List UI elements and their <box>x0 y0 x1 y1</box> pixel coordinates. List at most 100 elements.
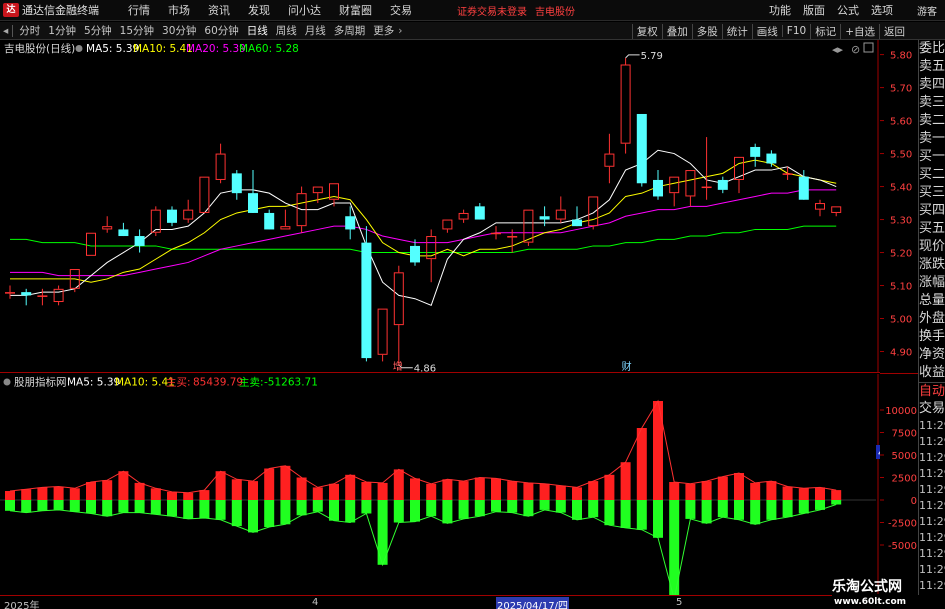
sell-bar <box>507 500 518 513</box>
tab-auto[interactable]: 自动 <box>919 382 945 400</box>
menu-discover[interactable]: 发现 <box>248 2 270 18</box>
period-5min[interactable]: 5分钟 <box>84 23 112 38</box>
candle-down <box>717 179 728 190</box>
quote-label: 买五 <box>919 221 945 236</box>
buy-bar <box>701 481 712 500</box>
add-watchlist-button[interactable]: +自选 <box>840 23 879 39</box>
more-chevron-icon[interactable]: › <box>398 25 402 37</box>
menu-formula[interactable]: 公式 <box>837 2 859 18</box>
menu-options[interactable]: 选项 <box>871 2 893 18</box>
chart-stock-title: 吉电股份(日线) <box>4 42 75 55</box>
statistics-button[interactable]: 统计 <box>721 23 752 39</box>
toolbar-left-arrow-icon[interactable]: ◂ <box>3 25 8 37</box>
event-marker-increase[interactable]: 增 <box>393 360 403 373</box>
indicator-collapse-icon[interactable] <box>3 378 11 386</box>
candle-down <box>264 212 275 230</box>
header-collapse-icon[interactable] <box>75 45 83 52</box>
indicator-bars <box>0 401 876 599</box>
quote-label-list: 委比 卖五 卖四 卖三 卖二 卖一 买一 买二 买三 买四 买五 现价 涨跌 涨幅 总量 外盘 换手 净资 收益 <box>919 40 945 382</box>
menu-layout[interactable]: 版面 <box>803 2 825 18</box>
sell-bar <box>312 500 323 512</box>
price-tick-label: 5.00 <box>890 315 912 326</box>
quote-label: 涨跌 <box>919 257 945 272</box>
period-more[interactable]: 更多 <box>373 23 394 38</box>
sell-bar <box>620 500 631 528</box>
quote-label: 买四 <box>919 203 945 218</box>
candle-up <box>831 206 842 213</box>
candle-up <box>37 295 48 297</box>
sell-bar <box>134 500 145 513</box>
back-button[interactable]: 返回 <box>879 23 909 39</box>
tab-trades[interactable]: 交易 <box>919 400 945 418</box>
buy-bar <box>588 481 599 500</box>
price-tick-label: 4.90 <box>890 348 912 359</box>
chart-nav-icon[interactable]: ◂▸ <box>832 43 844 56</box>
sell-bar <box>734 500 744 520</box>
main-buy-label: 主买: <box>166 377 191 389</box>
sell-bar <box>474 500 485 517</box>
buy-bar <box>264 468 275 500</box>
menu-quotes[interactable]: 行情 <box>128 2 150 18</box>
draw-line-button[interactable]: 画线 <box>751 23 782 39</box>
period-multi[interactable]: 多周期 <box>334 23 366 38</box>
menu-market[interactable]: 市场 <box>168 2 190 18</box>
period-monthly[interactable]: 月线 <box>305 23 326 38</box>
period-60min[interactable]: 60分钟 <box>204 23 238 38</box>
sell-bar <box>588 500 599 518</box>
candle-down <box>766 153 777 164</box>
app-title: 通达信金融终端 <box>22 4 99 17</box>
date-cursor-label: 2025/04/17/四 <box>496 597 570 609</box>
app-logo-icon: 达 <box>3 3 19 17</box>
sell-bar <box>410 500 420 522</box>
candle-up <box>215 153 226 180</box>
indicator-tick-label: 7500 <box>892 429 917 440</box>
mark-button[interactable]: 标记 <box>810 23 840 39</box>
candle-up <box>701 186 712 189</box>
tick-time: 11:29 <box>919 435 945 448</box>
chart-settings-icon[interactable]: ⊘ <box>851 43 860 56</box>
f10-button[interactable]: F10 <box>781 25 810 37</box>
indicator-tick-label: 0 <box>911 496 917 507</box>
buy-bar <box>766 481 777 500</box>
kline-chart[interactable]: 5.79 4.86 增 财 吉电股份(日线) MA5: 5.39 MA10: 5.41… <box>0 40 880 375</box>
menu-wealth-circle[interactable]: 财富圈 <box>339 2 372 18</box>
login-status[interactable]: 证券交易未登录 <box>457 3 527 18</box>
tick-time: 11:29 <box>919 531 945 544</box>
main-sell-value: -51263.71 <box>264 377 318 389</box>
menu-functions[interactable]: 功能 <box>769 2 791 18</box>
period-weekly[interactable]: 周线 <box>276 23 297 38</box>
kline-chart-panel[interactable]: 5.79 4.86 增 财 吉电股份(日线) MA5: 5.39 MA10: 5.41… <box>0 40 880 375</box>
sell-bar <box>555 500 566 513</box>
indicator-panel[interactable]: 股朋指标网 MA5: 5.39 MA10: 5.41 主买: 85439.79 … <box>0 374 920 600</box>
sell-bar <box>231 500 242 527</box>
sell-bar <box>701 500 712 524</box>
sell-bar <box>523 500 534 517</box>
period-daily[interactable]: 日线 <box>247 23 268 38</box>
indicator-name: 股朋指标网 <box>14 376 67 389</box>
low-price-label: 4.86 <box>414 364 436 373</box>
event-marker-finance[interactable]: 财 <box>622 360 632 373</box>
candle-up <box>5 292 15 294</box>
adjust-button[interactable]: 复权 <box>631 23 662 39</box>
indicator-chart[interactable]: 股朋指标网 MA5: 5.39 MA10: 5.41 主买: 85439.79 … <box>0 374 920 600</box>
quote-label: 净资 <box>919 347 945 362</box>
multi-stock-button[interactable]: 多股 <box>691 23 722 39</box>
sell-bar <box>539 500 550 510</box>
buy-bar <box>248 481 258 500</box>
buy-bar <box>734 473 744 500</box>
buy-bar <box>280 465 291 500</box>
menu-news[interactable]: 资讯 <box>208 2 230 18</box>
ma60-readout: MA60: 5.28 <box>239 43 299 55</box>
period-intraday[interactable]: 分时 <box>19 23 40 38</box>
overlay-button[interactable]: 叠加 <box>661 23 692 39</box>
period-30min[interactable]: 30分钟 <box>162 23 196 38</box>
period-15min[interactable]: 15分钟 <box>120 23 154 38</box>
menu-ask-xiaoda[interactable]: 问小达 <box>288 2 321 18</box>
candle-up <box>685 170 696 197</box>
quote-panel: 委比 卖五 卖四 卖三 卖二 卖一 买一 买二 买三 买四 买五 现价 涨跌 涨幅 总量 外盘 换手 净资 收益 自… <box>918 40 945 595</box>
period-1min[interactable]: 1分钟 <box>48 23 76 38</box>
candle-down <box>798 176 809 200</box>
chart-maximize-icon[interactable] <box>863 42 874 53</box>
menu-trade[interactable]: 交易 <box>390 2 412 18</box>
guest-user[interactable]: 游客 <box>917 3 937 18</box>
